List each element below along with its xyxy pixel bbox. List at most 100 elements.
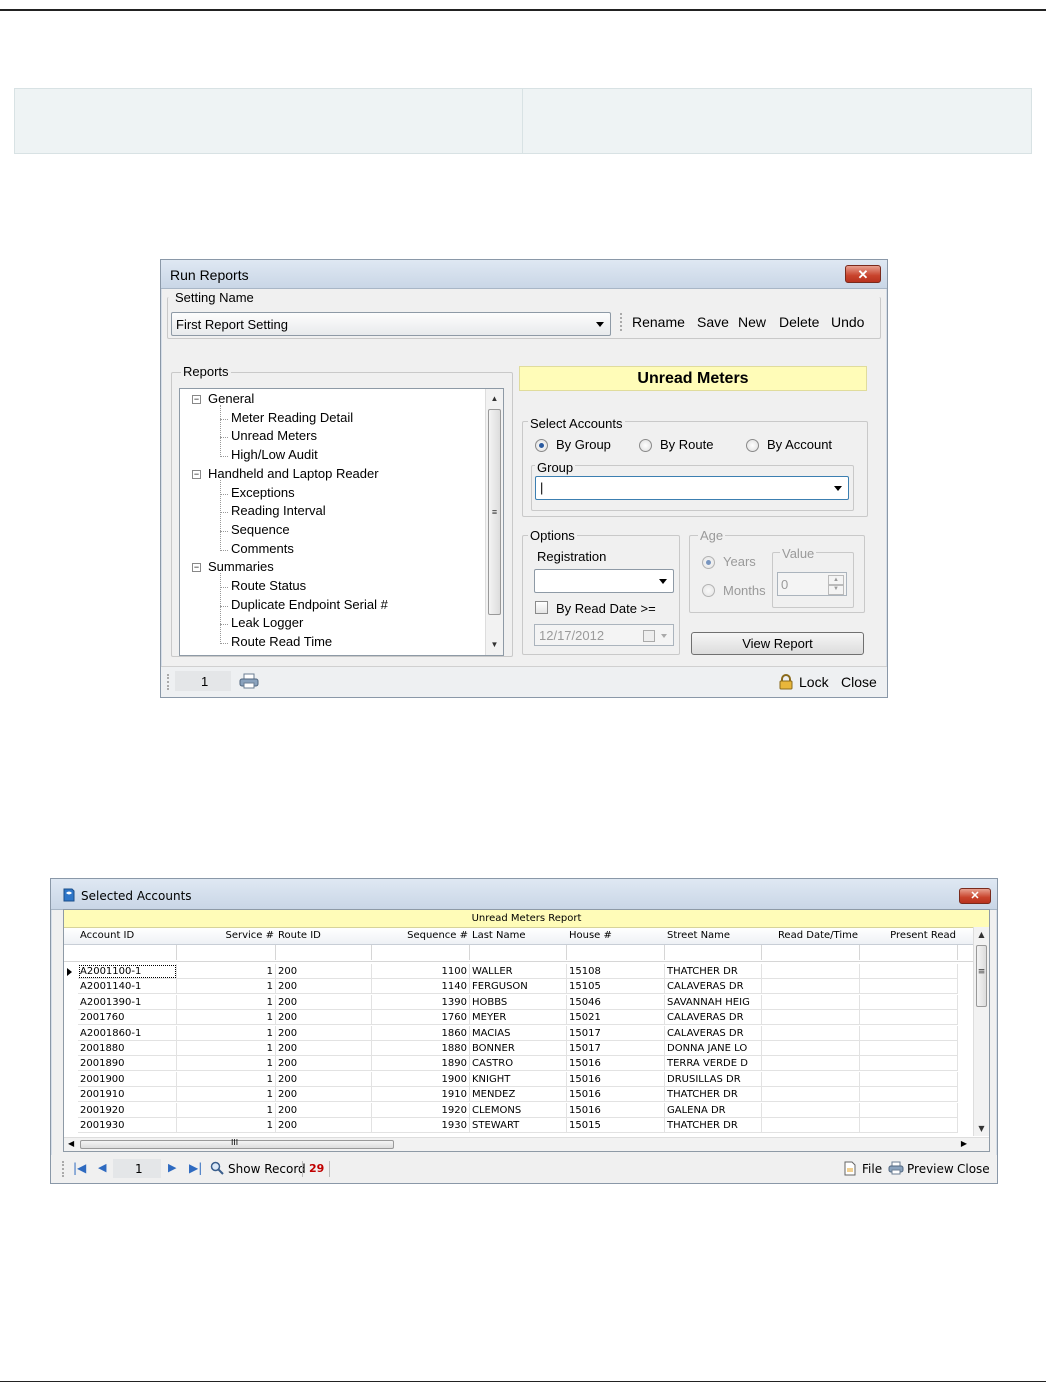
table-cell[interactable]: GALENA DR	[665, 1102, 762, 1118]
undo-button[interactable]: Undo	[831, 314, 864, 330]
years-radio[interactable]	[702, 556, 715, 569]
tree-report-item[interactable]: High/Low Audit	[231, 447, 318, 462]
table-cell[interactable]: 15016	[567, 1087, 665, 1103]
table-row[interactable]: 2001880	[78, 1041, 177, 1056]
scroll-up-arrow[interactable]: ▲	[486, 394, 503, 403]
table-cell[interactable]: THATCHER DR	[665, 964, 762, 979]
table-row[interactable]: 2001930	[78, 1118, 177, 1133]
window-close-button[interactable]: ✕	[845, 265, 881, 283]
table-cell[interactable]: 1	[177, 979, 276, 995]
table-cell[interactable]: BONNER	[470, 1041, 567, 1056]
table-cell[interactable]: MEYER	[470, 1010, 567, 1026]
table-cell[interactable]	[860, 1087, 958, 1103]
months-radio[interactable]	[702, 584, 715, 597]
table-row[interactable]: 2001760	[78, 1010, 177, 1026]
table-cell[interactable]	[762, 1056, 860, 1072]
save-button[interactable]: Save	[697, 314, 729, 330]
tree-report-item[interactable]: Route Status	[231, 578, 306, 593]
preview-button[interactable]: Preview	[907, 1162, 954, 1176]
table-cell[interactable]	[860, 1056, 958, 1072]
tree-report-item[interactable]: Duplicate Endpoint Serial #	[231, 597, 388, 612]
table-row[interactable]: A2001390-1	[78, 994, 177, 1010]
tree-report-item[interactable]: Leak Logger	[231, 615, 303, 630]
reports-tree[interactable]: ▲ ≡ ▼ − General Meter Reading Detail Unread…	[179, 388, 504, 656]
table-cell[interactable]: 1	[177, 1102, 276, 1118]
by-read-date-label[interactable]: By Read Date >=	[556, 601, 656, 616]
table-cell[interactable]: 1890	[372, 1056, 470, 1072]
table-cell[interactable]	[762, 994, 860, 1010]
table-cell[interactable]: 200	[276, 1071, 372, 1087]
tree-report-item[interactable]: Meter Reading Detail	[231, 410, 353, 425]
table-cell[interactable]: 15105	[567, 979, 665, 995]
read-date-picker[interactable]: 12/17/2012	[534, 624, 674, 646]
col-service-header[interactable]: Service #	[177, 928, 276, 944]
new-button[interactable]: New	[738, 314, 766, 330]
scroll-right-arrow[interactable]: ▶	[961, 1139, 967, 1148]
col-account-id-header[interactable]: Account ID	[78, 928, 177, 944]
col-street-name-header[interactable]: Street Name	[665, 928, 762, 944]
tree-group-node[interactable]: General	[208, 391, 254, 406]
table-cell[interactable]: 200	[276, 1010, 372, 1026]
grid-filter-row[interactable]	[64, 945, 989, 962]
table-row[interactable]: A2001100-1	[78, 964, 177, 979]
scroll-down-arrow[interactable]: ▼	[974, 1124, 989, 1133]
filter-cell[interactable]	[177, 945, 276, 960]
table-row[interactable]: 2001900	[78, 1071, 177, 1087]
table-cell[interactable]: 15046	[567, 994, 665, 1010]
table-cell[interactable]	[860, 979, 958, 995]
table-cell[interactable]: 200	[276, 979, 372, 995]
tree-report-item[interactable]: Unread Meters	[231, 428, 317, 443]
table-cell[interactable]: TERRA VERDE D	[665, 1056, 762, 1072]
table-cell[interactable]: MACIAS	[470, 1025, 567, 1041]
grid-vertical-scrollbar[interactable]: ▲ ≡ ▼	[973, 927, 989, 1136]
table-cell[interactable]	[762, 1087, 860, 1103]
tree-report-item[interactable]: Comments	[231, 541, 294, 556]
tree-collapse-icon[interactable]: −	[192, 563, 201, 573]
by-account-radio[interactable]	[746, 439, 759, 452]
group-dropdown[interactable]: |	[535, 476, 849, 500]
setting-name-dropdown[interactable]: First Report Setting	[171, 312, 611, 336]
table-cell[interactable]	[860, 1118, 958, 1133]
window-close-button[interactable]: ✕	[959, 888, 991, 904]
rename-button[interactable]: Rename	[632, 314, 685, 330]
table-row[interactable]: 2001910	[78, 1087, 177, 1103]
tree-collapse-icon[interactable]: −	[192, 395, 201, 404]
table-cell[interactable]	[762, 964, 860, 979]
table-cell[interactable]: HOBBS	[470, 994, 567, 1010]
table-cell[interactable]: 15015	[567, 1118, 665, 1133]
table-cell[interactable]: 1	[177, 964, 276, 979]
by-account-label[interactable]: By Account	[767, 437, 832, 452]
table-cell[interactable]: 15016	[567, 1071, 665, 1087]
show-record-button[interactable]: Show Record	[228, 1162, 306, 1176]
scroll-up-arrow[interactable]: ▲	[974, 930, 989, 939]
table-cell[interactable]: SAVANNAH HEIG	[665, 994, 762, 1010]
tree-report-item[interactable]: Exceptions	[231, 485, 295, 500]
table-row[interactable]: 2001890	[78, 1056, 177, 1072]
table-cell[interactable]: 1	[177, 1041, 276, 1056]
by-group-label[interactable]: By Group	[556, 437, 611, 452]
tree-report-item[interactable]: Sequence	[231, 522, 290, 537]
table-cell[interactable]: DRUSILLAS DR	[665, 1071, 762, 1087]
table-cell[interactable]: 200	[276, 994, 372, 1010]
months-label[interactable]: Months	[723, 583, 766, 598]
table-cell[interactable]: 15021	[567, 1010, 665, 1026]
table-cell[interactable]: 1390	[372, 994, 470, 1010]
filter-cell[interactable]	[860, 945, 958, 960]
table-row[interactable]: 2001920	[78, 1102, 177, 1118]
table-cell[interactable]: 1	[177, 1071, 276, 1087]
table-cell[interactable]: 200	[276, 1102, 372, 1118]
table-cell[interactable]: 200	[276, 1118, 372, 1133]
table-cell[interactable]	[762, 1025, 860, 1041]
by-group-radio[interactable]	[535, 439, 548, 452]
table-cell[interactable]: 1930	[372, 1118, 470, 1133]
file-button[interactable]: File	[862, 1162, 882, 1176]
by-route-radio[interactable]	[639, 439, 652, 452]
table-cell[interactable]: KNIGHT	[470, 1071, 567, 1087]
table-cell[interactable]: 1	[177, 1087, 276, 1103]
lock-icon[interactable]	[778, 674, 794, 690]
close-button[interactable]: Close	[841, 674, 877, 690]
table-cell[interactable]: 15016	[567, 1102, 665, 1118]
view-report-button[interactable]: View Report	[691, 632, 864, 655]
tree-report-item[interactable]: Route Read Time	[231, 634, 332, 649]
table-cell[interactable]	[860, 994, 958, 1010]
